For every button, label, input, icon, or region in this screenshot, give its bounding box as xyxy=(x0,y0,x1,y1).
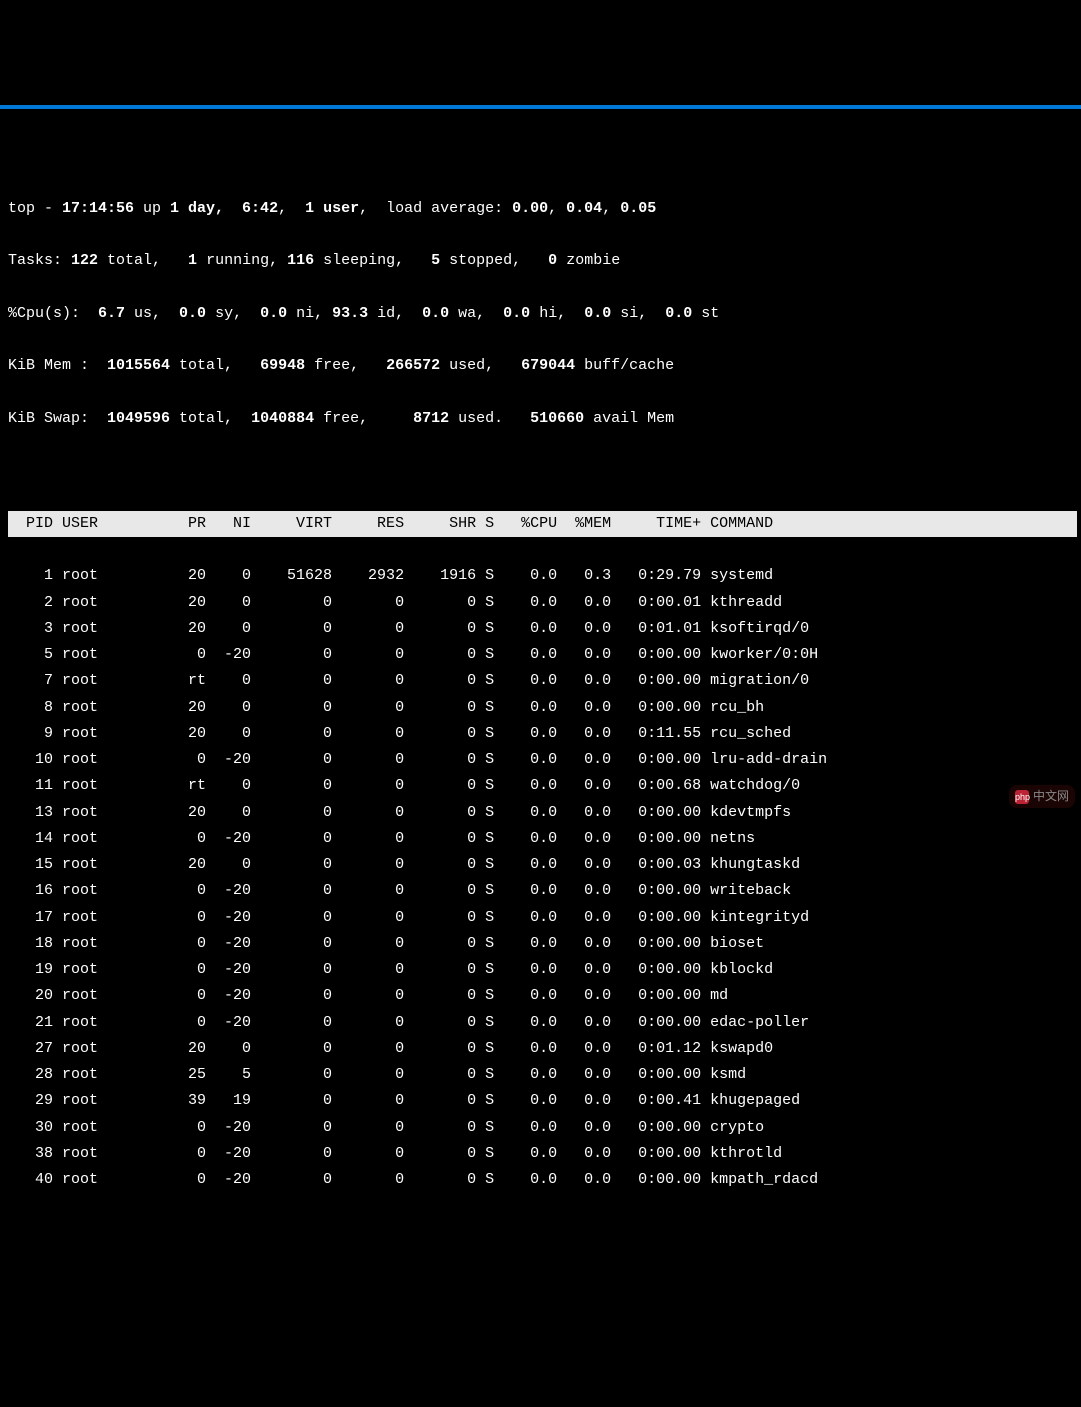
summary-mem: KiB Mem : 1015564 total, 69948 free, 266… xyxy=(8,353,1077,379)
process-row: 9 root 20 0 0 0 0 S 0.0 0.0 0:11.55 rcu_… xyxy=(8,721,1077,747)
summary-cpu: %Cpu(s): 6.7 us, 0.0 sy, 0.0 ni, 93.3 id… xyxy=(8,301,1077,327)
process-row: 18 root 0 -20 0 0 0 S 0.0 0.0 0:00.00 bi… xyxy=(8,931,1077,957)
process-row: 38 root 0 -20 0 0 0 S 0.0 0.0 0:00.00 kt… xyxy=(8,1141,1077,1167)
process-row: 29 root 39 19 0 0 0 S 0.0 0.0 0:00.41 kh… xyxy=(8,1088,1077,1114)
process-row: 3 root 20 0 0 0 0 S 0.0 0.0 0:01.01 ksof… xyxy=(8,616,1077,642)
process-row: 19 root 0 -20 0 0 0 S 0.0 0.0 0:00.00 kb… xyxy=(8,957,1077,983)
process-row: 40 root 0 -20 0 0 0 S 0.0 0.0 0:00.00 km… xyxy=(8,1167,1077,1193)
process-header[interactable]: PID USER PR NI VIRT RES SHR S %CPU %MEM … xyxy=(8,511,1077,537)
process-row: 17 root 0 -20 0 0 0 S 0.0 0.0 0:00.00 ki… xyxy=(8,905,1077,931)
terminal-output[interactable]: top - 17:14:56 up 1 day, 6:42, 1 user, l… xyxy=(0,162,1081,1224)
summary-uptime: top - 17:14:56 up 1 day, 6:42, 1 user, l… xyxy=(8,196,1077,222)
process-row: 30 root 0 -20 0 0 0 S 0.0 0.0 0:00.00 cr… xyxy=(8,1115,1077,1141)
process-row: 13 root 20 0 0 0 0 S 0.0 0.0 0:00.00 kde… xyxy=(8,800,1077,826)
process-row: 10 root 0 -20 0 0 0 S 0.0 0.0 0:00.00 lr… xyxy=(8,747,1077,773)
process-row: 1 root 20 0 51628 2932 1916 S 0.0 0.3 0:… xyxy=(8,563,1077,589)
blank-line xyxy=(8,458,1077,484)
process-row: 28 root 25 5 0 0 0 S 0.0 0.0 0:00.00 ksm… xyxy=(8,1062,1077,1088)
process-row: 8 root 20 0 0 0 0 S 0.0 0.0 0:00.00 rcu_… xyxy=(8,695,1077,721)
window-titlebar xyxy=(0,105,1081,109)
process-row: 7 root rt 0 0 0 0 S 0.0 0.0 0:00.00 migr… xyxy=(8,668,1077,694)
watermark-badge: php中文网 xyxy=(1009,785,1075,808)
process-row: 27 root 20 0 0 0 0 S 0.0 0.0 0:01.12 ksw… xyxy=(8,1036,1077,1062)
process-row: 2 root 20 0 0 0 0 S 0.0 0.0 0:00.01 kthr… xyxy=(8,590,1077,616)
process-row: 21 root 0 -20 0 0 0 S 0.0 0.0 0:00.00 ed… xyxy=(8,1010,1077,1036)
process-row: 5 root 0 -20 0 0 0 S 0.0 0.0 0:00.00 kwo… xyxy=(8,642,1077,668)
process-row: 20 root 0 -20 0 0 0 S 0.0 0.0 0:00.00 md xyxy=(8,983,1077,1009)
summary-swap: KiB Swap: 1049596 total, 1040884 free, 8… xyxy=(8,406,1077,432)
summary-tasks: Tasks: 122 total, 1 running, 116 sleepin… xyxy=(8,248,1077,274)
process-row: 14 root 0 -20 0 0 0 S 0.0 0.0 0:00.00 ne… xyxy=(8,826,1077,852)
process-row: 16 root 0 -20 0 0 0 S 0.0 0.0 0:00.00 wr… xyxy=(8,878,1077,904)
process-row: 15 root 20 0 0 0 0 S 0.0 0.0 0:00.03 khu… xyxy=(8,852,1077,878)
process-row: 11 root rt 0 0 0 0 S 0.0 0.0 0:00.68 wat… xyxy=(8,773,1077,799)
